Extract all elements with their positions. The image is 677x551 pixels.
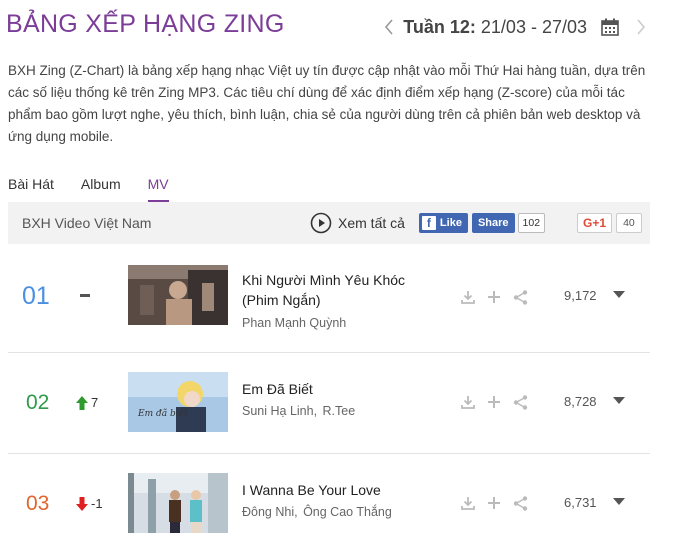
tab-album[interactable]: Album — [81, 170, 121, 202]
facebook-share-button[interactable]: Share — [471, 213, 515, 233]
expand-caret-icon[interactable] — [612, 289, 626, 301]
week-navigator: Tuần 12: 21/03 - 27/03 — [379, 14, 677, 40]
rank-change: 7 — [76, 395, 98, 410]
rank-change-value: 7 — [91, 395, 99, 410]
google-plus-count: 40 — [616, 213, 642, 233]
chart-row: 02 7 Em đã biết Em Đã Biết Suni Hạ Linh,… — [8, 353, 650, 454]
rank-number: 01 — [22, 282, 50, 310]
chart-row: 01 Khi Người Mình Yêu Khóc (Phim Ngắn) P… — [8, 244, 650, 353]
add-icon[interactable] — [486, 394, 502, 410]
song-title[interactable]: Em Đã Biết — [242, 379, 432, 399]
artist-link[interactable]: Phan Mạnh Quỳnh — [242, 316, 346, 330]
song-title[interactable]: Khi Người Mình Yêu Khóc (Phim Ngắn) — [242, 270, 432, 310]
video-thumbnail[interactable]: Em đã biết — [128, 372, 228, 432]
see-all-label: Xem tất cả — [338, 215, 405, 231]
rank-change: -1 — [76, 496, 103, 511]
rank-up-arrow-icon — [76, 395, 88, 410]
artist-list: Suni Hạ Linh, R.Tee — [242, 404, 356, 418]
no-change-dash-icon — [80, 294, 90, 297]
tab-bai-hat[interactable]: Bài Hát — [8, 170, 54, 202]
artist-link[interactable]: Suni Hạ Linh — [242, 404, 314, 418]
tab-mv[interactable]: MV — [147, 170, 169, 202]
artist-link[interactable]: Ông Cao Thắng — [303, 505, 392, 519]
chart-description: BXH Zing (Z-Chart) là bảng xếp hạng nhạc… — [8, 63, 646, 144]
svg-text:Em đã biết: Em đã biết — [137, 408, 188, 419]
google-plus-button[interactable]: G+1 — [577, 213, 613, 233]
week-label: Tuần 12: 21/03 - 27/03 — [403, 17, 587, 38]
view-count: 9,172 — [564, 288, 597, 303]
view-count: 6,731 — [564, 495, 597, 510]
share-icon[interactable] — [512, 289, 528, 305]
download-icon[interactable] — [460, 289, 476, 305]
chart-row: 03 -1 I Wanna Be Your Love Đông Nhi, Ông… — [8, 454, 650, 551]
video-thumbnail[interactable] — [128, 473, 228, 533]
facebook-like-label: Like — [439, 217, 462, 229]
week-number: Tuần 12: — [403, 16, 476, 37]
add-icon[interactable] — [486, 289, 502, 305]
chart-tabs: Bài Hát Album MV — [8, 170, 196, 202]
expand-caret-icon[interactable] — [612, 395, 626, 407]
rank-change-value: -1 — [91, 496, 103, 511]
row-actions — [460, 289, 538, 305]
row-actions — [460, 495, 538, 511]
video-thumbnail[interactable] — [128, 265, 228, 325]
facebook-share-count: 102 — [517, 213, 546, 233]
artist-link[interactable]: R.Tee — [323, 404, 356, 418]
share-icon[interactable] — [512, 394, 528, 410]
song-title[interactable]: I Wanna Be Your Love — [242, 480, 432, 500]
prev-week-chevron-left-icon[interactable] — [379, 15, 399, 39]
page-header: BẢNG XẾP HẠNG ZING Tuần 12: 21/03 - 27/0… — [0, 0, 677, 52]
row-actions — [460, 394, 538, 410]
artist-list: Phan Mạnh Quỳnh — [242, 316, 346, 330]
download-icon[interactable] — [460, 495, 476, 511]
rank-number: 02 — [26, 391, 50, 414]
artist-list: Đông Nhi, Ông Cao Thắng — [242, 505, 392, 519]
next-week-chevron-right-icon[interactable] — [631, 15, 651, 39]
chart-toolbar: BXH Video Việt Nam Xem tất cả f Like Sha… — [8, 202, 650, 244]
see-all-button[interactable]: Xem tất cả — [310, 212, 405, 234]
share-icon[interactable] — [512, 495, 528, 511]
view-count: 8,728 — [564, 394, 597, 409]
week-range: 21/03 - 27/03 — [480, 16, 587, 37]
chart-section-title: BXH Video Việt Nam — [22, 215, 152, 231]
rank-change — [80, 294, 90, 297]
expand-caret-icon[interactable] — [612, 496, 626, 508]
rank-number: 03 — [26, 492, 50, 515]
page-title: BẢNG XẾP HẠNG ZING — [6, 10, 285, 38]
rank-down-arrow-icon — [76, 496, 88, 511]
add-icon[interactable] — [486, 495, 502, 511]
facebook-like-button[interactable]: f Like — [418, 213, 468, 233]
download-icon[interactable] — [460, 394, 476, 410]
play-circle-icon — [310, 212, 332, 234]
facebook-icon: f — [421, 216, 436, 230]
artist-link[interactable]: Đông Nhi — [242, 505, 294, 519]
calendar-icon[interactable] — [599, 16, 621, 38]
